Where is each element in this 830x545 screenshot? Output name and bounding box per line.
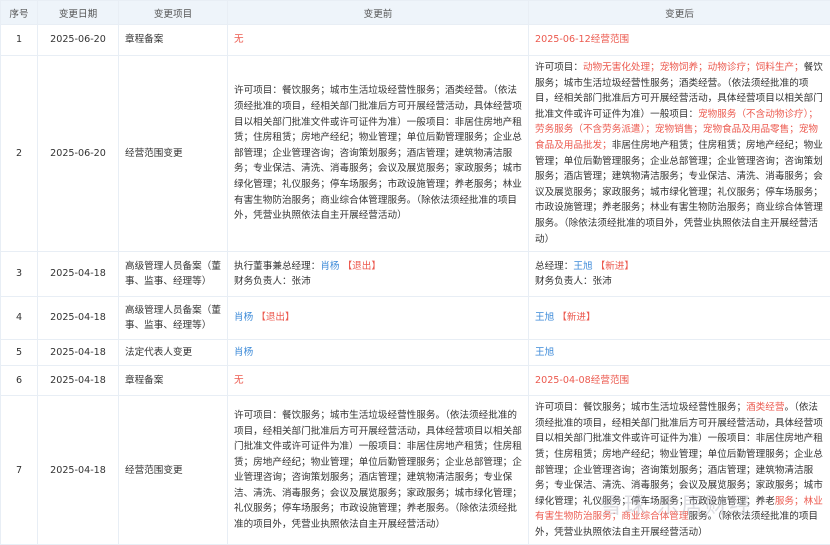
change-date: 2025-06-20: [38, 25, 119, 56]
text-segment: 非居住房地产租赁；住房租赁；房地产经纪；物业管理；单位后勤管理服务；企业总部管理…: [535, 140, 823, 245]
row-number: 5: [1, 340, 38, 366]
highlight-text: 无: [234, 34, 244, 45]
change-date: 2025-04-18: [38, 340, 119, 366]
change-item: 法定代表人变更: [119, 340, 228, 366]
change-after: 许可项目：动物无害化处理；宠物饲养；动物诊疗；饲料生产；餐饮服务；城市生活垃圾经…: [529, 56, 830, 252]
person-link[interactable]: 肖杨: [320, 261, 339, 272]
change-records-table: 序号 变更日期 变更项目 变更前 变更后 12025-06-20章程备案无202…: [0, 0, 830, 545]
highlight-text: 2025-04-08经营范围: [535, 375, 629, 386]
change-before: 无: [228, 25, 529, 56]
table-row: 62025-04-18章程备案无 2025-04-08经营范围: [1, 366, 830, 396]
change-before: 执行董事兼总经理：肖杨 【退出】 财务负责人：张沛: [228, 252, 529, 297]
change-date: 2025-04-18: [38, 297, 119, 340]
text-segment: 许可项目：餐饮服务；城市生活垃圾经营性服务。（依法须经批准的项目，经相关部门批准…: [234, 410, 522, 530]
change-item: 章程备案: [119, 25, 228, 56]
text-segment: 许可项目：餐饮服务；城市生活垃圾经营性服务；酒类经营。（依法须经批准的项目，经相…: [234, 85, 522, 221]
change-date: 2025-04-18: [38, 366, 119, 396]
change-item: 高级管理人员备案（董事、监事、经理等）: [119, 252, 228, 297]
change-item: 经营范围变更: [119, 56, 228, 252]
highlight-text: 酒类经营: [746, 402, 784, 413]
text-segment: 许可项目：: [535, 62, 583, 73]
change-item: 章程备案: [119, 366, 228, 396]
change-item: 高级管理人员备案（董事、监事、经理等）: [119, 297, 228, 340]
highlight-text: 【退出】: [253, 312, 294, 323]
highlight-text: 【新进】: [554, 312, 595, 323]
change-before: 肖杨 【退出】: [228, 297, 529, 340]
change-after: 总经理：王旭 【新进】 财务负责人：张沛: [529, 252, 830, 297]
row-number: 6: [1, 366, 38, 396]
row-number: 2: [1, 56, 38, 252]
person-link[interactable]: 肖杨: [234, 312, 253, 323]
table-row: 22025-06-20经营范围变更许可项目：餐饮服务；城市生活垃圾经营性服务；酒…: [1, 56, 830, 252]
header-date: 变更日期: [38, 1, 119, 25]
table-row: 42025-04-18高级管理人员备案（董事、监事、经理等）肖杨 【退出】王旭 …: [1, 297, 830, 340]
table-row: 32025-04-18高级管理人员备案（董事、监事、经理等）执行董事兼总经理：肖…: [1, 252, 830, 297]
person-link[interactable]: 肖杨: [234, 347, 253, 358]
table-row: 12025-06-20章程备案无 2025-06-12经营范围: [1, 25, 830, 56]
text-segment: 总经理：: [535, 261, 573, 272]
highlight-text: 【退出】: [340, 261, 381, 272]
header-item: 变更项目: [119, 1, 228, 25]
change-before: 许可项目：餐饮服务；城市生活垃圾经营性服务；酒类经营。（依法须经批准的项目，经相…: [228, 56, 529, 252]
change-before: 肖杨: [228, 340, 529, 366]
header-no: 序号: [1, 1, 38, 25]
table-header: 序号 变更日期 变更项目 变更前 变更后: [1, 1, 830, 25]
row-number: 1: [1, 25, 38, 56]
person-link[interactable]: 王旭: [535, 312, 554, 323]
highlight-text: 【新进】: [593, 261, 634, 272]
text-segment: 财务负责人：张沛: [535, 276, 612, 287]
change-after: 2025-04-08经营范围: [529, 366, 830, 396]
table-row: 52025-04-18法定代表人变更肖杨 王旭: [1, 340, 830, 366]
header-after: 变更后: [529, 1, 830, 25]
change-date: 2025-06-20: [38, 56, 119, 252]
text-segment: 执行董事兼总经理：: [234, 261, 320, 272]
change-date: 2025-04-18: [38, 252, 119, 297]
change-after: 王旭: [529, 340, 830, 366]
highlight-text: 动物无害化处理；宠物饲养；动物诊疗；饲料生产；: [583, 62, 804, 73]
text-segment: 财务负责人：张沛: [234, 276, 311, 287]
highlight-text: 2025-06-12经营范围: [535, 34, 629, 45]
header-before: 变更前: [228, 1, 529, 25]
person-link[interactable]: 王旭: [573, 261, 592, 272]
text-segment: 许可项目：餐饮服务；城市生活垃圾经营性服务；: [535, 402, 746, 413]
row-number: 4: [1, 297, 38, 340]
person-link[interactable]: 王旭: [535, 347, 554, 358]
highlight-text: 无: [234, 375, 244, 386]
change-before: 无: [228, 366, 529, 396]
row-number: 3: [1, 252, 38, 297]
text-segment: 。（依法须经批准的项目，经相关部门批准后方可开展经营活动，具体经营项目以相关部门…: [535, 402, 823, 507]
change-after: 2025-06-12经营范围: [529, 25, 830, 56]
change-after: 王旭 【新进】: [529, 297, 830, 340]
